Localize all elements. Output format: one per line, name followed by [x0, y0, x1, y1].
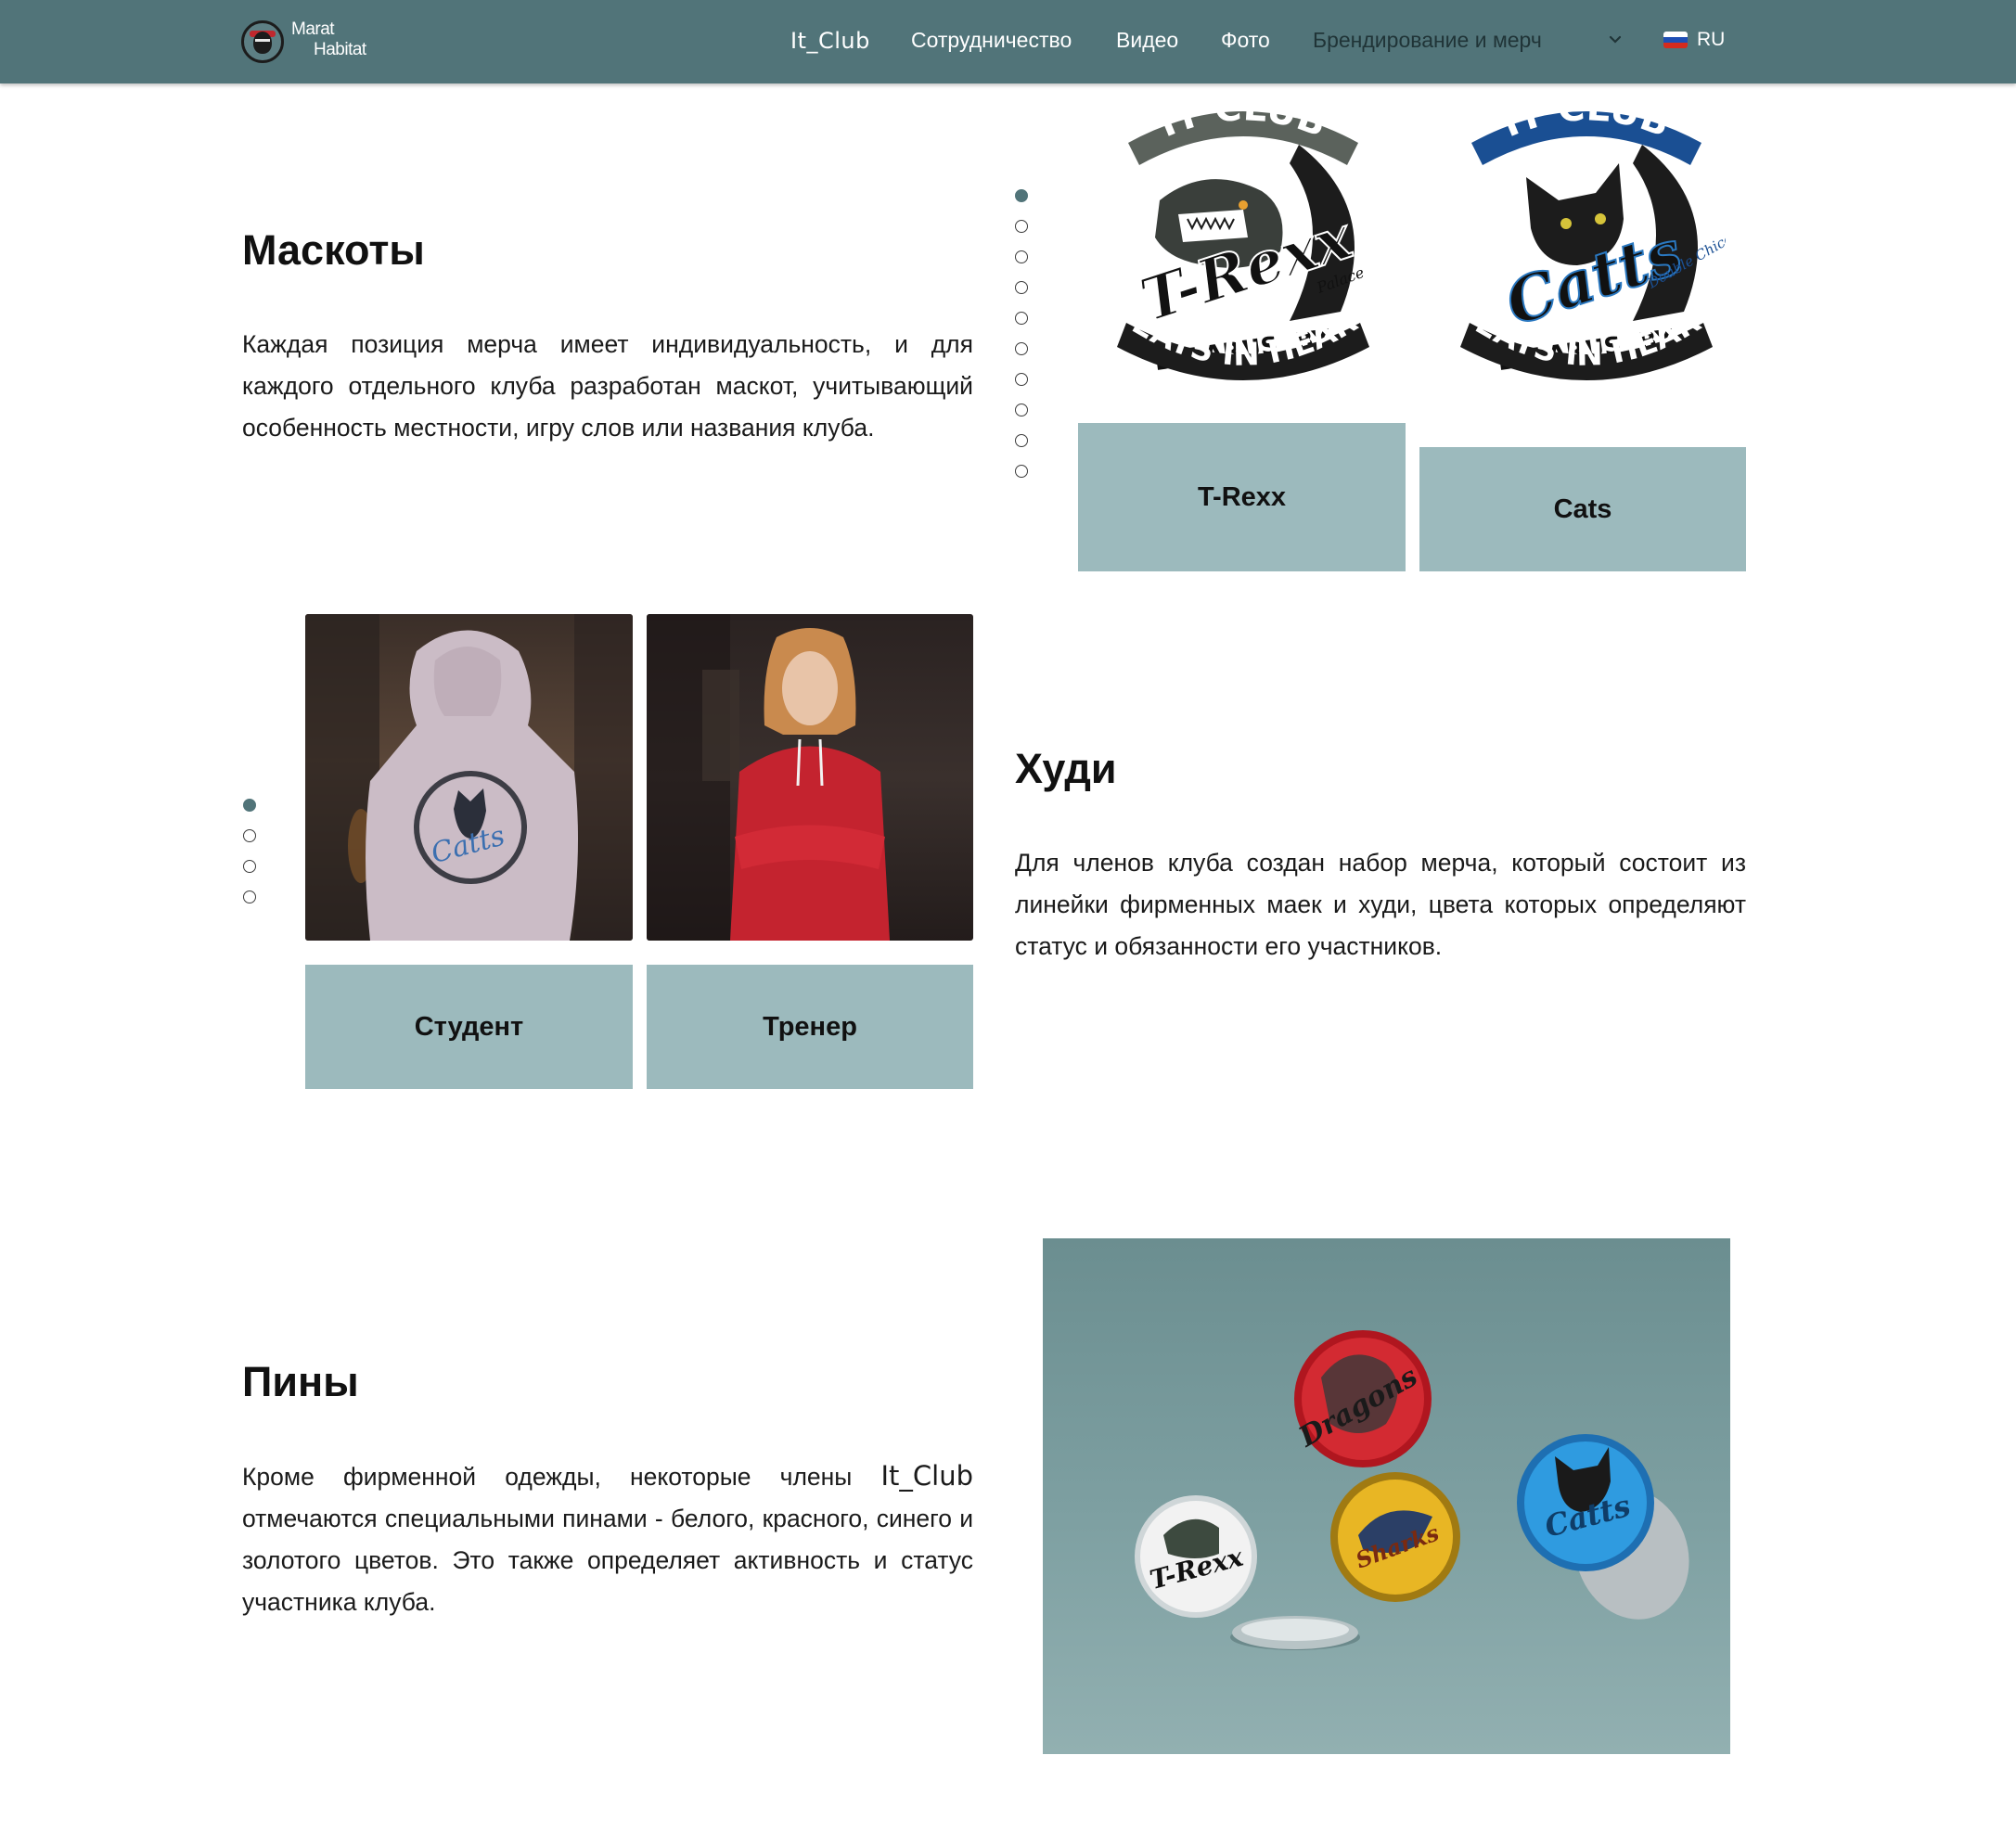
hoodies-description: Для членов клуба создан набор мерча, кот…	[1015, 849, 1746, 960]
pins-description: Кроме фирменной одежды, некоторые члены …	[242, 1455, 973, 1623]
slider-dot[interactable]	[1015, 373, 1028, 386]
nav-item-video[interactable]: Видео	[1116, 28, 1178, 53]
hoodies-title: Худи	[1015, 745, 1117, 792]
cats-badge-top: IT CLUB	[1496, 89, 1676, 146]
logo-text: Marat Habitat	[291, 19, 366, 60]
trainer-hoodie-photo[interactable]	[647, 614, 973, 941]
nav-item-photo[interactable]: Фото	[1221, 28, 1270, 53]
slider-dot[interactable]	[1015, 312, 1028, 325]
pins-image: Dragons Catts Sharks T-Rexx	[1135, 1330, 1689, 1650]
pins-text-after: отмечаются специальными пинами - белого,…	[242, 1505, 973, 1616]
slider-dot[interactable]	[1015, 281, 1028, 294]
svg-text:IT CLUB: IT CLUB	[1496, 89, 1676, 146]
slider-dot[interactable]	[1015, 342, 1028, 355]
slider-dot[interactable]	[243, 890, 256, 903]
hoodie-card-student[interactable]: Студент	[305, 965, 633, 1089]
pins-photo[interactable]: Dragons Catts Sharks T-Rexx	[1043, 1238, 1730, 1754]
hoodies-slider-dots	[243, 799, 256, 903]
mascot-card-cats[interactable]: Cats	[1419, 447, 1746, 571]
cats-mascot-logo[interactable]: IT CLUB Catts Double Chicago BELARUS, BY…	[1447, 89, 1726, 428]
slider-dot[interactable]	[1015, 404, 1028, 416]
pins-title: Пины	[242, 1358, 359, 1405]
slider-dot[interactable]	[243, 829, 256, 842]
trainer-hoodie-image	[647, 614, 890, 941]
slider-dot[interactable]	[243, 860, 256, 873]
t-rexx-mascot-logo[interactable]: IT CLUB T-Rexx Palace BELARUS, BY BEATS …	[1104, 89, 1382, 428]
russian-flag-icon	[1663, 32, 1688, 48]
student-hoodie-photo[interactable]: Catts	[305, 614, 633, 941]
mascots-slider-dots	[1015, 189, 1028, 478]
logo-line-1: Marat	[291, 19, 335, 39]
mascot-card-t-rexx[interactable]: T-Rexx	[1078, 423, 1406, 571]
mascots-description: Каждая позиция мерча имеет индивидуально…	[242, 330, 973, 442]
nav-brand-link[interactable]: It_Club	[790, 28, 870, 54]
svg-text:IT CLUB: IT CLUB	[1153, 89, 1333, 146]
site-header: Marat Habitat It_Club Сотрудничество Вид…	[0, 0, 2016, 83]
hoodie-card-trainer[interactable]: Тренер	[647, 965, 973, 1089]
student-hoodie-image: Catts	[305, 614, 633, 941]
slider-dot[interactable]	[1015, 220, 1028, 233]
nav-item-branding[interactable]: Брендирование и мерч	[1313, 28, 1542, 53]
slider-dot[interactable]	[1015, 250, 1028, 263]
chevron-down-icon[interactable]	[1609, 33, 1622, 46]
logo-line-2: Habitat	[314, 40, 366, 59]
language-label: RU	[1697, 29, 1726, 50]
slider-dot-active[interactable]	[243, 799, 256, 812]
mascots-title: Маскоты	[242, 226, 425, 274]
slider-dot-active[interactable]	[1015, 189, 1028, 202]
nav-item-cooperation[interactable]: Сотрудничество	[911, 28, 1072, 53]
language-selector[interactable]: RU	[1663, 29, 1725, 51]
logo-emblem-icon	[241, 20, 284, 63]
pins-text-before: Кроме фирменной одежды, некоторые члены	[242, 1463, 853, 1491]
pins-brand-inline: It_Club	[880, 1460, 973, 1492]
slider-dot[interactable]	[1015, 434, 1028, 447]
slider-dot[interactable]	[1015, 465, 1028, 478]
site-logo[interactable]: Marat Habitat	[241, 19, 390, 65]
t-rexx-badge-top: IT CLUB	[1153, 89, 1333, 146]
